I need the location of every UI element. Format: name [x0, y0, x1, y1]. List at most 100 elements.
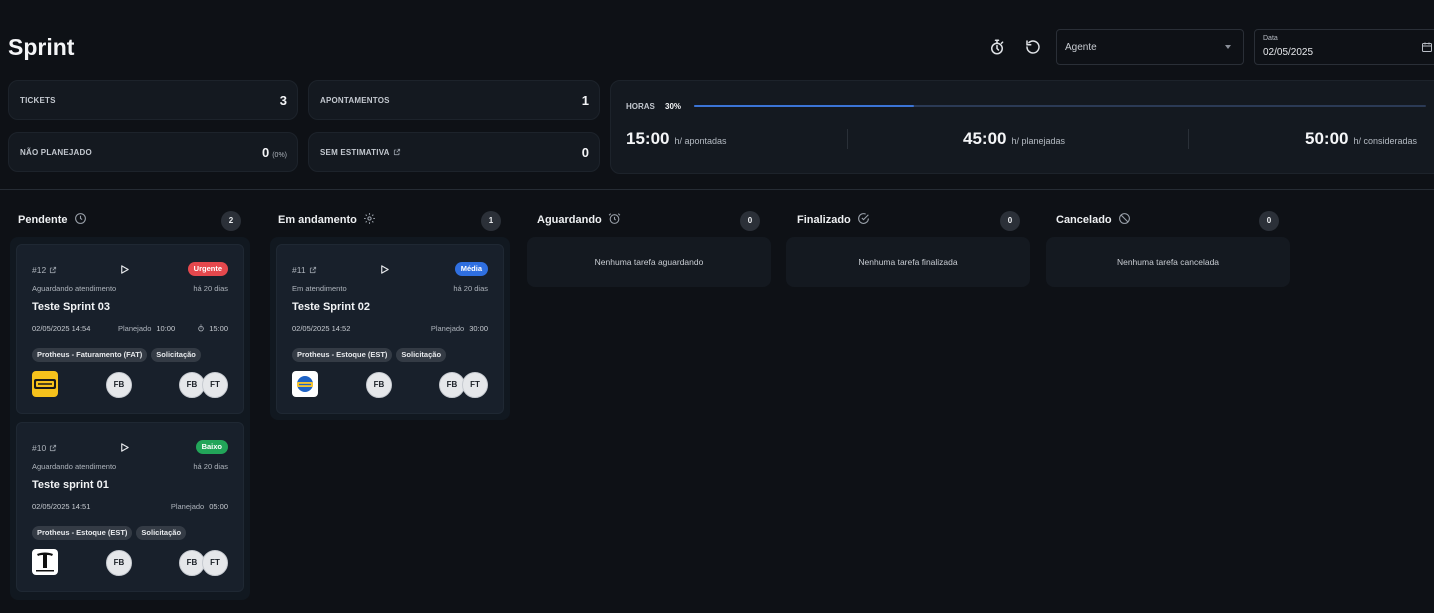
task-card[interactable]: #12 Urgente Aguardando atendimento há 20…: [16, 244, 244, 414]
tag-module: Protheus - Estoque (EST): [32, 526, 133, 540]
stat-tickets-value: 3: [279, 93, 287, 108]
hours-panel: HORAS 30% 15:00 h/ apontadas 45:00 h/ plan…: [610, 80, 1434, 174]
external-link-icon[interactable]: [393, 148, 401, 156]
avatar[interactable]: FT: [462, 372, 488, 398]
hours-planejadas: 45:00 h/ planejadas: [963, 129, 1065, 149]
task-status: Aguardando atendimento: [32, 284, 117, 293]
hours-percent: 30%: [665, 102, 682, 111]
stat-nao-planejado: NÃO PLANEJADO 0 (0%): [8, 132, 298, 172]
reset-icon[interactable]: [1024, 38, 1042, 56]
task-planned: Planejado 10:00: [118, 324, 176, 333]
task-id: #12: [32, 265, 47, 275]
hours-label: HORAS: [626, 102, 655, 111]
gear-icon: [363, 212, 376, 225]
column-header-pendente: Pendente: [18, 212, 87, 226]
task-age: há 20 dias: [193, 284, 228, 293]
divider: [1188, 129, 1189, 149]
stat-nao-planejado-value: 0: [261, 145, 270, 160]
empty-cancelado: Nenhuma tarefa cancelada: [1046, 237, 1290, 287]
external-link-icon[interactable]: [49, 266, 57, 274]
column-header-cancelado: Cancelado: [1056, 212, 1131, 226]
timer-icon: [197, 324, 205, 332]
alarm-icon: [608, 212, 621, 225]
play-icon[interactable]: [379, 264, 390, 275]
hours-progress-bar: [694, 105, 1426, 107]
hours-apontadas: 15:00 h/ apontadas: [626, 129, 727, 149]
priority-badge: Média: [454, 262, 488, 276]
column-count-cancelado: 0: [1259, 211, 1279, 231]
stat-sem-estimativa-value: 0: [581, 145, 589, 160]
stat-apontamentos-value: 1: [581, 93, 589, 108]
column-count-aguardando: 0: [740, 211, 760, 231]
stat-tickets: TICKETS 3: [8, 80, 298, 120]
task-status: Em atendimento: [292, 284, 347, 293]
hours-apontadas-label: h/ apontadas: [674, 136, 727, 146]
task-card[interactable]: #10 Baixo Aguardando atendimento há 20 d…: [16, 422, 244, 592]
ban-icon: [1118, 212, 1131, 225]
calendar-icon[interactable]: [1421, 41, 1433, 53]
tag-type: Solicitação: [151, 348, 201, 362]
play-icon[interactable]: [119, 442, 130, 453]
task-id: #11: [292, 265, 306, 275]
task-date: 02/05/2025 14:52: [292, 324, 351, 333]
task-status: Aguardando atendimento: [32, 462, 117, 471]
task-age: há 20 dias: [453, 284, 488, 293]
task-planned: Planejado 05:00: [170, 502, 228, 511]
tag-type: Solicitação: [136, 526, 187, 540]
external-link-icon[interactable]: [309, 266, 317, 274]
hours-progress-fill: [694, 105, 914, 107]
agent-select[interactable]: Agente: [1056, 29, 1244, 65]
hours-consideradas-value: 50:00: [1305, 129, 1349, 148]
task-title: Teste Sprint 02: [292, 301, 371, 313]
tag-module: Protheus - Faturamento (FAT): [32, 348, 148, 362]
tesla-logo: [32, 549, 58, 575]
date-field-label: Data: [1263, 35, 1278, 42]
section-divider: [0, 189, 1434, 190]
avatar[interactable]: FT: [202, 550, 228, 576]
hours-consideradas: 50:00 h/ consideradas: [1305, 129, 1417, 149]
avatar[interactable]: FB: [106, 372, 132, 398]
stopwatch-icon[interactable]: [988, 38, 1006, 56]
task-card[interactable]: #11 Média Em atendimento há 20 dias Test…: [276, 244, 504, 414]
date-field-value: 02/05/2025: [1263, 47, 1314, 58]
tag-type: Solicitação: [396, 348, 447, 362]
task-date: 02/05/2025 14:51: [32, 502, 91, 511]
task-planned: Planejado 30:00: [430, 324, 488, 333]
task-estimate: 15:00: [197, 324, 228, 333]
avatar[interactable]: FB: [366, 372, 392, 398]
column-header-em-andamento: Em andamento: [278, 212, 376, 226]
column-count-em-andamento: 1: [481, 211, 501, 231]
clock-icon: [74, 212, 87, 225]
stat-nao-planejado-pct: (0%): [272, 152, 287, 159]
hours-planejadas-value: 45:00: [963, 129, 1007, 148]
hours-planejadas-label: h/ planejadas: [1011, 136, 1066, 146]
column-count-finalizado: 0: [1000, 211, 1020, 231]
priority-badge: Urgente: [187, 262, 228, 276]
task-date: 02/05/2025 14:54: [32, 324, 91, 333]
stat-apontamentos-label: APONTAMENTOS: [320, 96, 390, 105]
task-title: Teste sprint 01: [32, 479, 109, 491]
date-field[interactable]: Data 02/05/2025: [1254, 29, 1434, 65]
check-circle-icon: [857, 212, 870, 225]
tag-module: Protheus - Estoque (EST): [292, 348, 393, 362]
company-logo: [292, 371, 318, 397]
avatar[interactable]: FB: [106, 550, 132, 576]
page-title: Sprint: [8, 34, 75, 60]
avatar[interactable]: FT: [202, 372, 228, 398]
play-icon[interactable]: [119, 264, 130, 275]
empty-aguardando: Nenhuma tarefa aguardando: [527, 237, 771, 287]
priority-badge: Baixo: [195, 440, 228, 454]
column-count-pendente: 2: [221, 211, 241, 231]
external-link-icon[interactable]: [49, 444, 57, 452]
column-header-finalizado: Finalizado: [797, 212, 870, 226]
agent-select-placeholder: Agente: [1065, 42, 1097, 53]
stat-tickets-label: TICKETS: [20, 96, 56, 105]
stat-apontamentos: APONTAMENTOS 1: [308, 80, 600, 120]
task-age: há 20 dias: [193, 462, 228, 471]
sinuelo-logo: [32, 371, 58, 397]
hours-consideradas-label: h/ consideradas: [1353, 136, 1418, 146]
task-tags: Protheus - Estoque (EST) Solicitação: [32, 522, 190, 540]
chevron-down-icon: [1225, 45, 1231, 49]
empty-finalizado: Nenhuma tarefa finalizada: [786, 237, 1030, 287]
task-title: Teste Sprint 03: [32, 301, 111, 313]
